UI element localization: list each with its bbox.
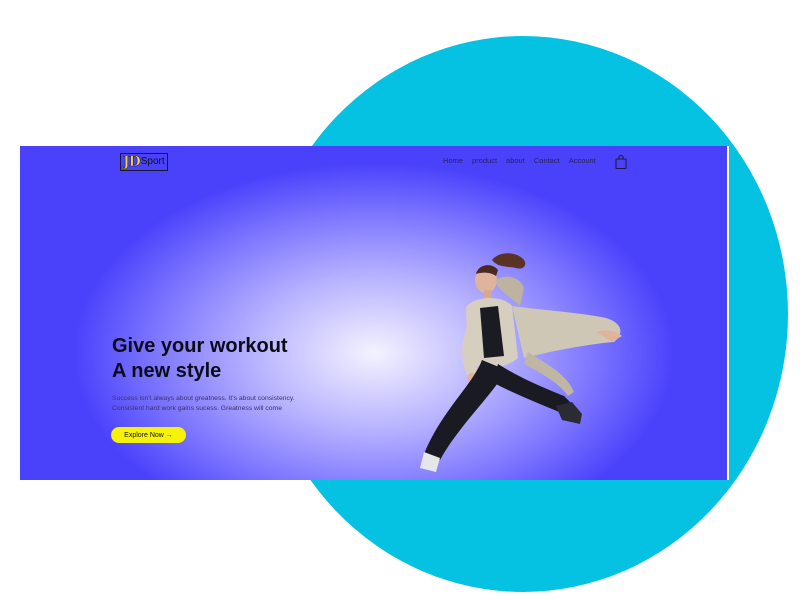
website-hero-mockup: JD Sport Home product about Contact Acco… bbox=[20, 146, 728, 480]
nav-item-account[interactable]: Account bbox=[569, 156, 596, 165]
hero-headline: Give your workout A new style bbox=[112, 334, 288, 384]
main-nav: Home product about Contact Account bbox=[443, 156, 596, 165]
screenshot-stage: JD Sport Home product about Contact Acco… bbox=[0, 0, 800, 600]
headline-line-1: Give your workout bbox=[112, 335, 288, 357]
description-line-1: Success isn't always about greatness. It… bbox=[112, 395, 295, 402]
brand-logo[interactable]: JD Sport bbox=[120, 153, 168, 171]
hero-description: Success isn't always about greatness. It… bbox=[112, 394, 352, 414]
description-line-2: Consistent hard work gains sucess. Great… bbox=[112, 405, 282, 412]
shopping-bag-icon[interactable] bbox=[615, 155, 627, 169]
nav-item-product[interactable]: product bbox=[472, 156, 497, 165]
headline-line-2: A new style bbox=[112, 360, 222, 382]
explore-now-button[interactable]: Explore Now → bbox=[111, 427, 186, 443]
logo-sport-text: Sport bbox=[140, 156, 165, 167]
nav-item-about[interactable]: about bbox=[506, 156, 525, 165]
nav-item-contact[interactable]: Contact bbox=[534, 156, 560, 165]
logo-jd-text: JD bbox=[123, 154, 141, 171]
hero-right-edge bbox=[727, 146, 729, 480]
nav-item-home[interactable]: Home bbox=[443, 156, 463, 165]
running-woman-image bbox=[420, 253, 622, 472]
